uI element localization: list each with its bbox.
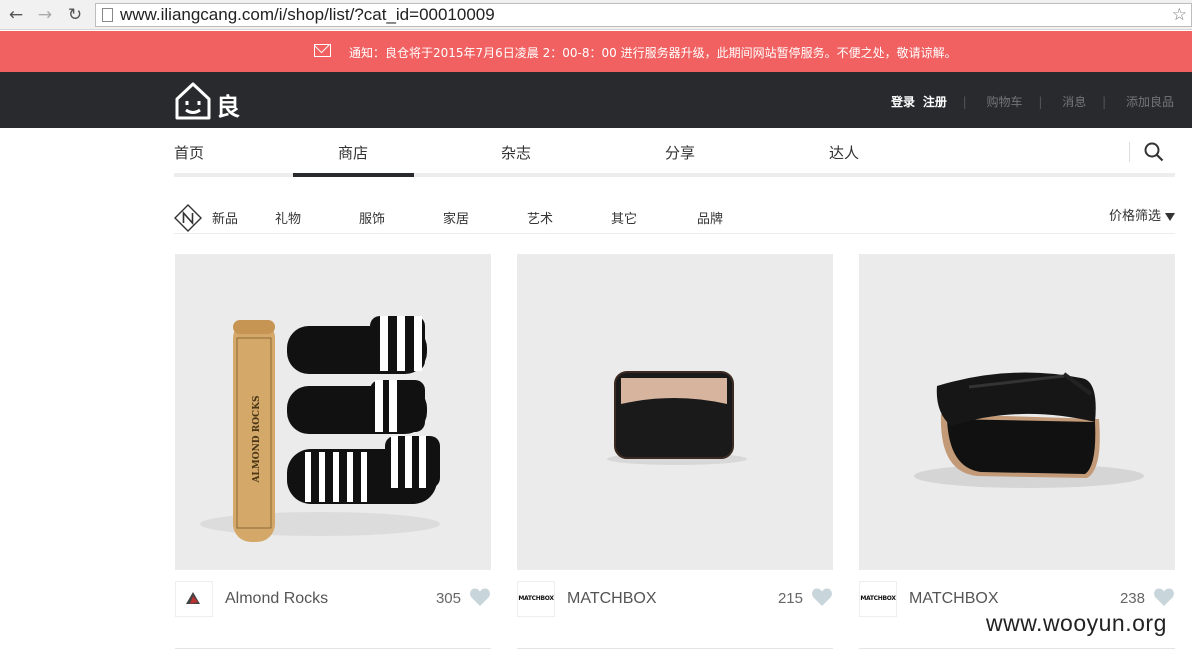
category-nav: 新品 礼物 服饰 家居 艺术 其它 品牌 价格筛选 bbox=[174, 201, 1175, 234]
brand-name[interactable]: MATCHBOX bbox=[567, 590, 656, 608]
header-separator: | bbox=[1038, 95, 1043, 109]
socks-illustration: ALMOND ROCKS bbox=[200, 316, 440, 542]
active-tab-indicator bbox=[293, 173, 414, 177]
like-count: 305 bbox=[435, 590, 461, 607]
sock-tube-label: ALMOND ROCKS bbox=[252, 395, 262, 483]
divider bbox=[1129, 142, 1130, 162]
category-brands[interactable]: 品牌 bbox=[697, 208, 723, 227]
price-filter-dropdown[interactable]: 价格筛选 bbox=[1109, 205, 1175, 224]
category-other[interactable]: 其它 bbox=[611, 208, 637, 227]
heart-icon[interactable] bbox=[469, 587, 491, 607]
reload-icon[interactable]: ↻ bbox=[64, 4, 86, 26]
brand-logo[interactable]: MATCHBOX bbox=[859, 581, 897, 617]
browser-toolbar: ← → ↻ www.iliangcang.com/i/shop/list/?ca… bbox=[0, 0, 1192, 30]
site-header: 良仓 登录 注册 | 购物车 | 消息 | 添加良品 bbox=[0, 72, 1192, 156]
caret-down-icon bbox=[1165, 212, 1175, 221]
like-count: 215 bbox=[777, 590, 803, 607]
bookmark-star-icon[interactable]: ☆ bbox=[1172, 5, 1187, 25]
search-icon[interactable] bbox=[1144, 142, 1164, 162]
back-arrow-icon[interactable]: ← bbox=[5, 4, 27, 26]
nav-share[interactable]: 分享 bbox=[665, 142, 695, 163]
heart-icon[interactable] bbox=[1153, 587, 1175, 607]
watermark: www.wooyun.org bbox=[986, 610, 1167, 636]
almond-rocks-logo-icon bbox=[186, 592, 200, 604]
product-image[interactable] bbox=[859, 254, 1175, 570]
brand-name[interactable]: Almond Rocks bbox=[225, 590, 328, 608]
forward-arrow-icon[interactable]: → bbox=[34, 4, 56, 26]
header-separator: | bbox=[1102, 95, 1107, 109]
product-image[interactable]: ALMOND ROCKS bbox=[175, 254, 491, 570]
product-footer: Almond Rocks 305 bbox=[175, 581, 491, 617]
like-count: 238 bbox=[1119, 590, 1145, 607]
product-image[interactable] bbox=[517, 254, 833, 570]
header-separator: | bbox=[962, 95, 967, 109]
card-holder-illustration bbox=[607, 371, 747, 465]
nav-home[interactable]: 首页 bbox=[174, 142, 204, 163]
category-art[interactable]: 艺术 bbox=[527, 208, 553, 227]
nav-magazine[interactable]: 杂志 bbox=[501, 142, 531, 163]
page-icon bbox=[102, 8, 113, 22]
next-row-divider bbox=[517, 648, 833, 652]
register-link[interactable]: 注册 bbox=[923, 95, 947, 109]
nav-experts[interactable]: 达人 bbox=[829, 142, 859, 163]
mail-icon bbox=[314, 44, 331, 57]
address-bar[interactable]: www.iliangcang.com/i/shop/list/?cat_id=0… bbox=[95, 3, 1192, 27]
brand-name[interactable]: MATCHBOX bbox=[909, 590, 998, 608]
brand-logo[interactable]: MATCHBOX bbox=[517, 581, 555, 617]
product-footer: MATCHBOX MATCHBOX 215 bbox=[517, 581, 833, 617]
category-gifts[interactable]: 礼物 bbox=[275, 208, 301, 227]
main-nav: 首页 商店 杂志 分享 达人 bbox=[174, 128, 1175, 177]
add-item-link[interactable]: 添加良品 bbox=[1126, 95, 1174, 109]
heart-icon[interactable] bbox=[811, 587, 833, 607]
next-row-divider bbox=[175, 648, 491, 652]
next-row-divider bbox=[859, 648, 1175, 652]
price-filter-label: 价格筛选 bbox=[1108, 209, 1161, 224]
category-new[interactable]: 新品 bbox=[212, 208, 238, 227]
url-text[interactable]: www.iliangcang.com/i/shop/list/?cat_id=0… bbox=[120, 5, 495, 25]
category-apparel[interactable]: 服饰 bbox=[359, 208, 385, 227]
notice-bar: 通知：良仓将于2015年7月6日凌晨 2：00-8：00 进行服务器升级，此期间… bbox=[0, 31, 1192, 72]
notice-text: 通知：良仓将于2015年7月6日凌晨 2：00-8：00 进行服务器升级，此期间… bbox=[349, 46, 957, 60]
messages-link[interactable]: 消息 bbox=[1062, 95, 1086, 109]
new-badge-icon bbox=[174, 204, 202, 232]
nav-shop[interactable]: 商店 bbox=[338, 142, 368, 163]
header-links: 登录 注册 | 购物车 | 消息 | 添加良品 bbox=[887, 93, 1174, 110]
category-home[interactable]: 家居 bbox=[443, 208, 469, 227]
house-smile-icon bbox=[175, 82, 211, 120]
brand-logo[interactable] bbox=[175, 581, 213, 617]
login-link[interactable]: 登录 bbox=[891, 95, 915, 109]
pouch-illustration bbox=[914, 372, 1144, 488]
cart-link[interactable]: 购物车 bbox=[987, 95, 1023, 109]
